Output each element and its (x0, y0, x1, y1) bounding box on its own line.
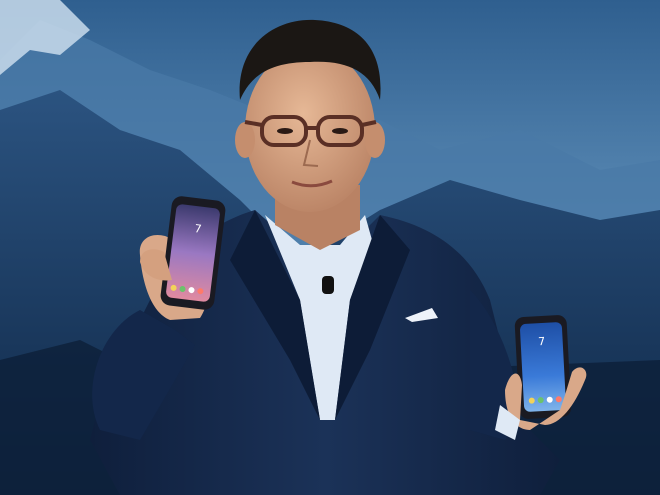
lapel-microphone (322, 276, 334, 294)
photo-canvas: 7 7 (0, 0, 660, 495)
eye-left (277, 128, 293, 134)
eye-right (332, 128, 348, 134)
ear-right (365, 122, 385, 158)
photo: 7 7 (0, 0, 660, 495)
right-phone-clock: 7 (538, 335, 546, 348)
ear-left (235, 122, 255, 158)
